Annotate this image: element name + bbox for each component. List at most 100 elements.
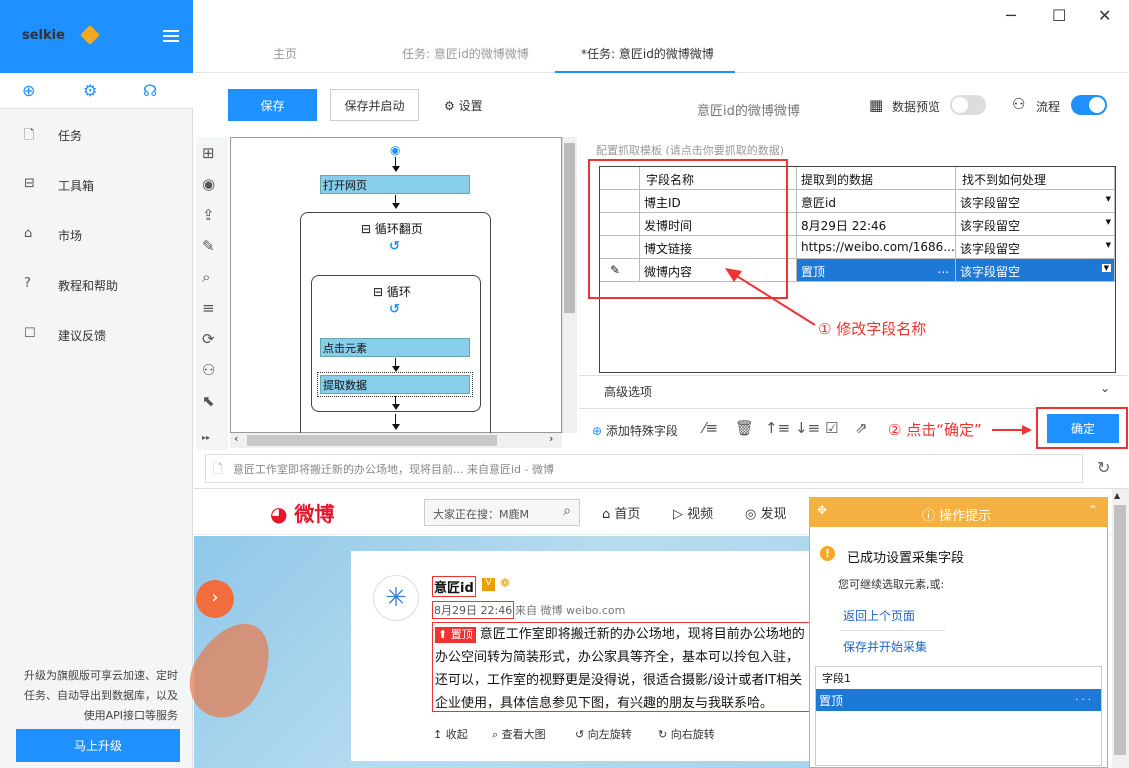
field-handling-select[interactable]: 该字段留空 ▼ — [956, 236, 1115, 259]
flow-node-click[interactable]: 点击元素 — [320, 338, 470, 357]
flow-node-extract[interactable]: 提取数据 — [317, 372, 473, 397]
click-tool-icon[interactable]: ◉ — [202, 175, 215, 193]
column-header-value[interactable]: 提取到的数据 — [797, 167, 956, 190]
input-tool-icon[interactable]: ✎ — [202, 237, 215, 255]
divider — [840, 630, 945, 631]
loop-icon: ↺ — [389, 239, 400, 254]
tips-title-text: 操作提示 — [939, 509, 992, 524]
view-large-action[interactable]: ⌕ 查看大图 — [492, 726, 546, 742]
flow-toggle[interactable] — [1071, 95, 1107, 115]
expand-arrow-button[interactable]: › — [196, 580, 234, 618]
list-item-selected[interactable]: 置顶 . . . — [816, 689, 1101, 711]
add-special-field-button[interactable]: ⊕ 添加特殊字段 — [592, 422, 678, 439]
data-preview-toggle[interactable] — [950, 95, 986, 115]
tab-task-saved[interactable]: 任务: 意匠id的微博微博 — [402, 45, 529, 62]
post-content-text: 意匠工作室即将搬迁新的办公场地，现将目前办公场地的办公空间转为简装形式，办公家具… — [435, 627, 805, 711]
expand-icon[interactable]: ▸▸ — [202, 433, 210, 442]
flow-loop-label[interactable]: ⊟ 循环 — [373, 283, 411, 300]
video-icon: ▷ — [673, 507, 683, 522]
weibo-logo[interactable]: ◕ 微博 — [270, 498, 334, 527]
flow-arrow — [392, 195, 400, 209]
action-label: 向右旋转 — [670, 728, 715, 741]
chevron-down-icon[interactable]: ⌄ — [1100, 381, 1110, 395]
scroll-left-icon[interactable]: ‹ — [234, 432, 238, 445]
tab-task-current[interactable]: *任务: 意匠id的微博微博 — [581, 45, 714, 62]
export-icon[interactable]: ⇗ — [855, 419, 868, 437]
add-icon: ⊕ — [592, 424, 603, 438]
move-icon[interactable]: ✥ — [817, 503, 827, 517]
maximize-icon[interactable]: ☐ — [1052, 6, 1066, 25]
rotate-left-action[interactable]: ↺ 向左旋转 — [575, 726, 632, 742]
scrollbar-thumb[interactable] — [1114, 505, 1126, 755]
save-button[interactable]: 保存 — [228, 89, 317, 121]
back-to-previous-page-link[interactable]: 返回上个页面 — [843, 607, 915, 624]
switch-tool-icon[interactable]: ≡ — [202, 299, 215, 317]
avatar[interactable]: ✳ — [373, 575, 419, 621]
field-handling-select[interactable]: 该字段留空 ▼ — [956, 259, 1115, 282]
annotation-arrow-2 — [992, 425, 1032, 435]
save-and-run-button[interactable]: 保存并启动 — [330, 89, 419, 121]
home-icon: ⌂ — [602, 507, 611, 522]
sidebar-item-market[interactable]: ⌂ 市场 — [0, 210, 193, 260]
sidebar-item-help[interactable]: ? 教程和帮助 — [0, 260, 193, 310]
tab-home[interactable]: 主页 — [273, 45, 297, 62]
captcha-tool-icon[interactable]: ⌕ — [202, 268, 210, 286]
close-icon[interactable]: ✕ — [1098, 6, 1111, 25]
advanced-options-bar[interactable] — [579, 375, 1127, 407]
open-page-tool-icon[interactable]: ⊞ — [202, 144, 215, 162]
gear-icon[interactable]: ⚙ — [83, 81, 97, 100]
upgrade-button[interactable]: 马上升级 — [16, 729, 180, 762]
menu-icon[interactable] — [163, 30, 179, 42]
rotate-left-icon: ↺ — [575, 728, 585, 741]
scrollbar-thumb[interactable] — [564, 143, 575, 313]
weibo-search-input[interactable]: 大家正在搜：M鹿M ⌕ — [424, 499, 580, 526]
save-and-start-link[interactable]: 保存并开始采集 — [843, 638, 927, 655]
scroll-up-icon[interactable]: ▲ — [1114, 491, 1120, 500]
field-handling-select[interactable]: 该字段留空 ▼ — [956, 213, 1115, 236]
sidebar-item-label: 市场 — [58, 229, 83, 243]
weibo-nav-video[interactable]: ▷ 视频 — [673, 503, 713, 522]
sidebar-item-tasks[interactable]: 🗋 任务 — [0, 110, 193, 160]
weibo-nav-home[interactable]: ⌂ 首页 — [602, 503, 640, 522]
column-header-handling[interactable]: 找不到如何处理 — [956, 167, 1115, 190]
post-time[interactable]: 8月29日 22:46 — [432, 601, 515, 619]
collapse-up-icon[interactable]: ⌃ — [1088, 503, 1098, 517]
page-icon: 🗋 — [213, 462, 223, 476]
move-down-icon[interactable]: ↓≡ — [795, 419, 820, 437]
collapse-action[interactable]: ↥ 收起 — [433, 726, 468, 742]
search-icon[interactable]: ⌕ — [563, 503, 571, 519]
trash-icon[interactable]: 🗑 — [735, 419, 754, 437]
minimize-icon[interactable]: ─ — [1006, 6, 1016, 25]
edit-field-icon[interactable]: ⁄≡ — [703, 419, 718, 437]
settings-button[interactable]: ⚙ 设置 — [444, 97, 483, 114]
headset-icon[interactable]: ☊ — [143, 81, 157, 100]
weibo-nav-discover[interactable]: ◎ 发现 — [745, 503, 787, 522]
search-text: 大家正在搜：M鹿M — [433, 508, 529, 521]
address-text[interactable]: 意匠工作室即将搬迁新的办公场地，现将目前... 来自意匠id - 微博 — [233, 461, 554, 477]
document-icon: 🗋 — [24, 128, 35, 143]
refresh-icon[interactable]: ↻ — [1097, 458, 1110, 477]
scroll-right-icon[interactable]: › — [549, 432, 553, 445]
ellipsis-icon[interactable]: ... — [938, 262, 949, 276]
sidebar-item-feedback[interactable]: ☐ 建议反馈 — [0, 310, 193, 360]
move-up-icon[interactable]: ↑≡ — [765, 419, 790, 437]
list-item[interactable]: 字段1 — [822, 670, 851, 686]
add-icon[interactable]: ⊕ — [22, 81, 35, 100]
sidebar-quick-actions: ⊕ ⚙ ☊ — [0, 73, 193, 109]
scrollbar-thumb[interactable] — [247, 435, 497, 446]
loop-tool-icon[interactable]: ⟳ — [202, 330, 215, 348]
advanced-options-label[interactable]: 高级选项 — [604, 383, 652, 400]
extract-tool-icon[interactable]: ⇪ — [202, 206, 215, 224]
post-author[interactable]: 意匠id — [432, 576, 476, 597]
post-content[interactable]: ⬆ 置顶 意匠工作室即将搬迁新的办公场地，现将目前办公场地的办公空间转为简装形式，… — [432, 622, 810, 712]
cursor-tool-icon[interactable]: ⬉ — [202, 392, 215, 410]
fan-badge-icon: ❁ — [500, 576, 511, 590]
sidebar-item-toolbox[interactable]: ⊟ 工具箱 — [0, 160, 193, 210]
tips-message: 已成功设置采集字段 — [847, 551, 965, 566]
flow-loop-page-label[interactable]: ⊟ 循环翻页 — [361, 220, 423, 237]
branch-tool-icon[interactable]: ⚇ — [202, 361, 215, 379]
flow-node-open-page[interactable]: 打开网页 — [320, 175, 470, 194]
rotate-right-action[interactable]: ↻ 向右旋转 — [658, 726, 715, 742]
check-edit-icon[interactable]: ☑ — [825, 419, 838, 437]
field-handling-select[interactable]: 该字段留空 ▼ — [956, 190, 1115, 213]
